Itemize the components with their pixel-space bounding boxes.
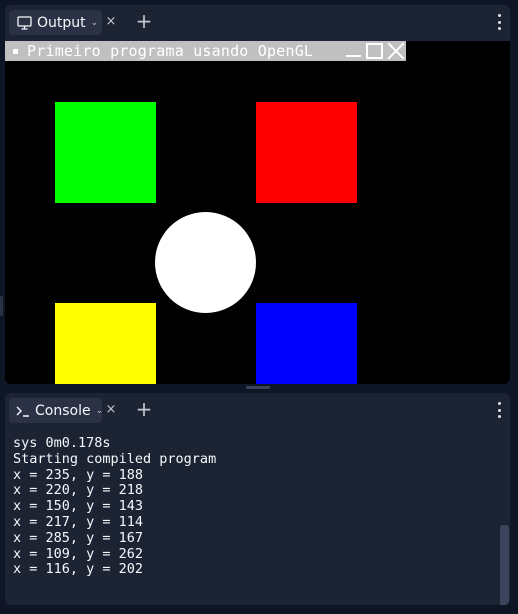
console-line: sys 0m0.178s — [13, 435, 111, 451]
console-line: x = 116, y = 202 — [13, 561, 144, 578]
pane-splitter[interactable] — [246, 386, 270, 389]
console-pane: Console ⌄ × + sys 0m0.178s Starting compi… — [5, 393, 510, 605]
add-tab-icon[interactable]: + — [135, 399, 153, 419]
console-line: x = 235, y = 188 — [13, 466, 144, 483]
monitor-icon — [15, 14, 33, 32]
tab-console[interactable]: Console ⌄ — [9, 398, 104, 423]
left-resize-handle[interactable] — [0, 296, 3, 316]
maximize-icon[interactable] — [366, 43, 383, 59]
console-output[interactable]: sys 0m0.178s Starting compiled program x =… — [5, 429, 510, 605]
tab-output[interactable]: Output ⌄ — [9, 10, 102, 35]
yellow-square — [55, 303, 156, 384]
more-options-icon[interactable] — [496, 402, 502, 418]
output-pane-header: Output ⌄ × + — [5, 5, 510, 39]
white-circle — [155, 212, 256, 313]
opengl-window-title: Primeiro programa usando OpenGL — [27, 42, 314, 60]
console-line: x = 220, y = 218 — [13, 482, 144, 499]
close-icon[interactable]: × — [103, 14, 119, 30]
console-line: x = 285, y = 167 — [13, 529, 144, 546]
tab-console-label: Console — [35, 402, 91, 419]
console-scrollbar[interactable] — [500, 525, 509, 605]
close-icon[interactable]: × — [103, 402, 119, 418]
console-line: Starting compiled program — [13, 450, 217, 467]
tab-output-label: Output — [37, 14, 86, 31]
red-square — [256, 102, 357, 203]
console-pane-header: Console ⌄ × + — [5, 393, 510, 427]
console-line: x = 150, y = 143 — [13, 498, 144, 515]
console-line: x = 109, y = 262 — [13, 545, 144, 562]
terminal-prompt-icon — [15, 402, 31, 420]
opengl-window-titlebar[interactable]: Primeiro programa usando OpenGL — [5, 41, 406, 61]
add-tab-icon[interactable]: + — [135, 11, 153, 31]
minimize-icon[interactable] — [345, 42, 362, 59]
more-options-icon[interactable] — [496, 14, 502, 30]
window-menu-icon[interactable] — [13, 48, 18, 54]
chevron-down-icon[interactable]: ⌄ — [96, 406, 104, 416]
blue-square — [256, 303, 357, 384]
green-square — [55, 102, 156, 203]
window-close-icon[interactable] — [387, 42, 404, 59]
console-lines: sys 0m0.178s Starting compiled program x =… — [13, 435, 217, 578]
console-line: x = 217, y = 114 — [13, 513, 144, 530]
opengl-window[interactable]: Primeiro programa usando OpenGL — [5, 41, 510, 384]
output-pane: Output ⌄ × + Primeiro programa usando Op… — [5, 5, 510, 384]
chevron-down-icon[interactable]: ⌄ — [91, 18, 99, 28]
